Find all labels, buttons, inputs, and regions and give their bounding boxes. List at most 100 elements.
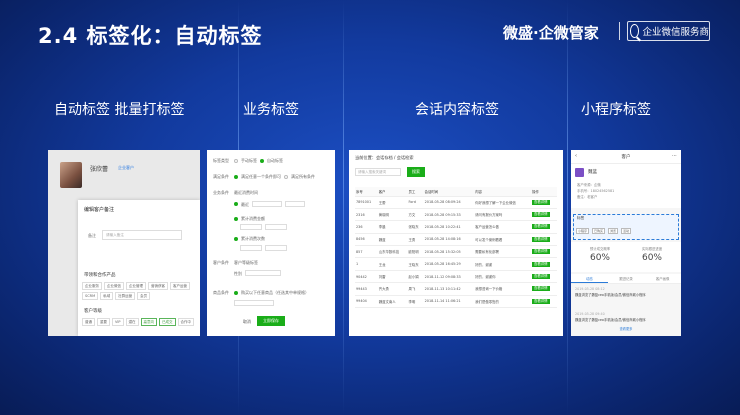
brand-badge-text: 企业微信服务商 [642, 27, 709, 38]
cancel-button[interactable]: 取消 [239, 318, 255, 326]
section-label-business-tags: 业务标签 [243, 102, 299, 118]
avatar [575, 168, 584, 177]
view-detail-label[interactable]: 查看详情 [531, 274, 550, 280]
interest-tag[interactable]: SCRM [82, 292, 99, 300]
feed-item[interactable]: 魏蓝浏览了魏蓝ceo手机版/会员/微信商城小程序 [575, 292, 675, 297]
table-cell: 赵小娟 [407, 270, 424, 284]
view-detail-button[interactable]: 查看详情 [530, 257, 557, 271]
tab-profile[interactable]: 客户画像 [644, 274, 681, 283]
radio-auto[interactable] [260, 158, 264, 163]
interest-tag[interactable]: 企业管理 [126, 282, 146, 290]
level-tag[interactable]: 潜在 [125, 318, 139, 326]
view-detail-label[interactable]: 查看详情 [531, 249, 550, 255]
table-cell: 我想咨询一下价格 [474, 282, 531, 296]
row-label: 标签类型 [213, 158, 229, 163]
form-row-business: 业务条件 最近消费时间 [213, 190, 258, 195]
radio-all[interactable] [284, 174, 288, 179]
form-row-amount: 累计消费金额 [234, 216, 265, 221]
customer-avatar [60, 162, 82, 188]
interest-tag[interactable]: 会员 [137, 292, 151, 300]
interest-tag[interactable]: 私域 [100, 292, 114, 300]
tab-activity[interactable]: 动态 [571, 274, 608, 283]
mini-tag-list: 小程序 已购买 浏览 活动 [576, 228, 632, 234]
view-detail-button[interactable]: 查看详情 [530, 208, 557, 222]
stat-value: 60% [641, 253, 662, 263]
level-tag[interactable]: VIP [112, 318, 124, 326]
app-title: 客户 [621, 155, 631, 160]
value-input[interactable] [285, 201, 305, 207]
view-detail-label[interactable]: 查看详情 [531, 286, 550, 292]
panel-conversation-tags: 当前位置：会话存档 / 会话检索 请输入搜索关键词 搜索 序号 客户 员工 会话… [349, 150, 563, 336]
column-header: 会话时间 [423, 187, 475, 197]
section-interest-heading: 带领和合作产品 [84, 273, 116, 278]
table-cell: 857 [355, 245, 378, 259]
search-placeholder: 请输入搜索关键词 [358, 170, 386, 174]
view-detail-label[interactable]: 查看详情 [531, 298, 550, 304]
level-tag[interactable]: 高意向 [140, 318, 158, 326]
search-icon [630, 24, 640, 38]
mini-tag[interactable]: 浏览 [608, 228, 619, 234]
max-input[interactable] [265, 245, 287, 251]
interest-tag[interactable]: 企业服务 [82, 282, 102, 290]
level-tag[interactable]: 合作中 [177, 318, 195, 326]
radio-any[interactable] [234, 174, 238, 179]
table-header-row: 序号 客户 员工 会话时间 内容 操作 [355, 187, 557, 197]
view-detail-button[interactable]: 查看详情 [530, 233, 557, 247]
max-input[interactable] [265, 224, 287, 230]
radio-manual[interactable] [234, 158, 238, 163]
view-detail-label[interactable]: 查看详情 [531, 212, 550, 218]
level-tag[interactable]: 重要 [97, 318, 110, 326]
form-row-count: 累计消费次数 [234, 236, 265, 241]
customer-badge: 企业客户 [118, 165, 134, 170]
mini-tag[interactable]: 已购买 [592, 228, 606, 234]
table-cell: 你好我想了解一下企业微信 [474, 196, 531, 209]
level-tag[interactable]: 已成交 [159, 318, 176, 326]
checkbox-amount[interactable] [234, 216, 238, 221]
interest-tag[interactable]: 客户运营 [170, 282, 190, 290]
view-detail-button[interactable]: 查看详情 [530, 295, 557, 309]
remark-placeholder: 请输入备注 [106, 233, 124, 237]
form-row-product: 商品条件 购买以下任意商品（任选其中单规格） [213, 290, 309, 295]
mini-tag[interactable]: 小程序 [576, 228, 590, 234]
row-label: 客户条件 [213, 260, 229, 265]
min-input[interactable] [240, 245, 262, 251]
level-tag-list: 普通 重要 VIP 潜在 高意向 已成交 合作中 [82, 318, 200, 326]
view-detail-label[interactable]: 查看详情 [531, 261, 550, 267]
option-any: 满足任意一个条件即可 [241, 174, 281, 179]
mini-tag[interactable]: 活动 [621, 228, 632, 234]
view-detail-label[interactable]: 查看详情 [531, 199, 550, 205]
more-icon[interactable]: ⋯ [672, 153, 677, 159]
table-cell: 2018-11-14 11:06:21 [423, 295, 475, 309]
view-detail-button[interactable]: 查看详情 [530, 220, 557, 234]
table-cell: 王蕾 [377, 196, 408, 209]
feed-item[interactable]: 魏蓝浏览了魏蓝ceo手机版/会员/微信商城小程序 [575, 317, 675, 322]
view-detail-button[interactable]: 查看详情 [530, 282, 557, 296]
level-tag[interactable]: 普通 [82, 318, 95, 326]
view-detail-button[interactable]: 查看详情 [530, 270, 557, 284]
row-label: 商品条件 [213, 290, 229, 295]
checkbox-count[interactable] [234, 236, 238, 241]
save-button[interactable]: 立即保存 [257, 316, 285, 326]
view-detail-button[interactable]: 查看详情 [530, 245, 557, 259]
search-button[interactable]: 搜索 [407, 167, 425, 177]
checkbox-product[interactable] [234, 290, 238, 295]
table-cell: 2018-05-28 14:08:16 [423, 233, 475, 247]
view-detail-label[interactable]: 查看详情 [531, 236, 550, 242]
view-detail-label[interactable]: 查看详情 [531, 224, 550, 230]
value-input[interactable] [252, 201, 282, 207]
table-row: 8456 魏蓝 王勇 2018-05-28 14:08:16 可以发个案例看看 查看详情 [355, 233, 557, 247]
table-row: 99404 魏蓝文南人 李明 2018-11-14 11:06:21 我们是做零售的 查看… [355, 295, 557, 309]
product-select[interactable] [234, 300, 274, 306]
interest-tag[interactable]: 企业微信 [104, 282, 124, 290]
load-more-button[interactable]: 查看更多 [571, 326, 681, 336]
gender-select[interactable] [245, 270, 281, 276]
view-detail-button[interactable]: 查看详情 [530, 196, 557, 209]
tab-followup[interactable]: 跟进记录 [608, 274, 645, 283]
checkbox-recent[interactable] [234, 202, 238, 206]
interest-tag[interactable]: 营销获客 [148, 282, 168, 290]
column-header: 客户 [377, 187, 408, 197]
interest-tag[interactable]: 社群运营 [115, 292, 136, 300]
min-input[interactable] [240, 224, 262, 230]
table-cell: 王勇 [407, 233, 424, 247]
brand-name: 微盛·企微管家 [503, 24, 599, 42]
